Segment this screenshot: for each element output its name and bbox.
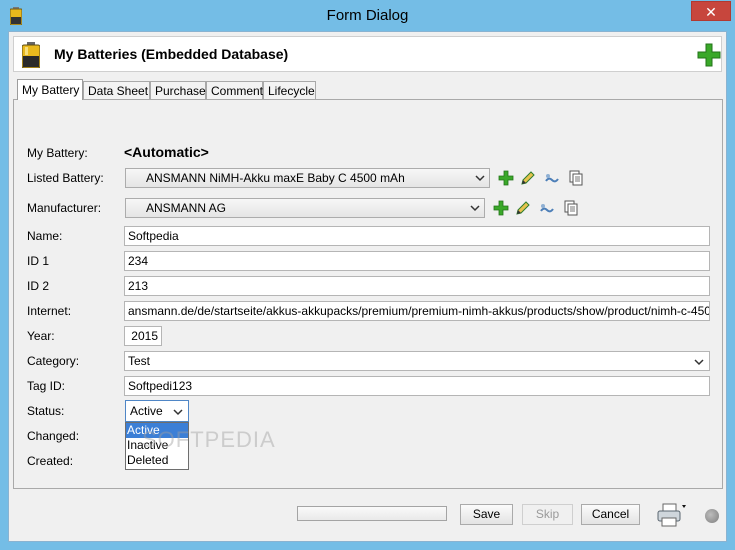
printer-icon[interactable] bbox=[656, 502, 686, 528]
my-battery-label: My Battery: bbox=[27, 146, 88, 160]
footer-bar: Save Skip Cancel bbox=[13, 494, 723, 536]
year-field[interactable]: 2015 bbox=[124, 326, 162, 346]
changed-label: Changed: bbox=[27, 429, 80, 443]
name-field[interactable]: Softpedia bbox=[124, 226, 710, 246]
status-option-active[interactable]: Active bbox=[126, 423, 188, 438]
created-label: Created: bbox=[27, 454, 74, 468]
status-select[interactable]: Active bbox=[125, 400, 189, 422]
tab-panel-my-battery: My Battery: <Automatic> Listed Battery: … bbox=[13, 99, 723, 489]
my-battery-value: <Automatic> bbox=[124, 144, 209, 160]
category-label: Category: bbox=[27, 354, 80, 368]
status-value: Active bbox=[130, 404, 163, 418]
tag-id-label: Tag ID: bbox=[27, 379, 66, 393]
header-panel: My Batteries (Embedded Database) bbox=[13, 36, 722, 72]
status-option-inactive[interactable]: Inactive bbox=[126, 438, 188, 453]
manufacturer-select[interactable]: ANSMANN AG bbox=[125, 198, 485, 218]
id1-label: ID 1 bbox=[27, 254, 50, 268]
tab-data-sheet[interactable]: Data Sheet bbox=[83, 81, 150, 99]
listed-battery-label: Listed Battery: bbox=[27, 171, 104, 185]
id2-field[interactable]: 213 bbox=[124, 276, 710, 296]
progress-bar bbox=[297, 506, 447, 521]
add-icon[interactable] bbox=[498, 170, 514, 186]
status-indicator-icon bbox=[705, 509, 719, 523]
chevron-down-icon bbox=[470, 205, 480, 212]
link-icon[interactable] bbox=[539, 200, 555, 216]
add-icon[interactable] bbox=[493, 200, 509, 216]
tab-purchase[interactable]: Purchase bbox=[150, 81, 206, 99]
id2-label: ID 2 bbox=[27, 279, 50, 293]
add-icon[interactable] bbox=[697, 43, 721, 67]
listed-battery-actions bbox=[498, 170, 588, 188]
manufacturer-actions bbox=[493, 200, 583, 218]
tab-comment[interactable]: Comment bbox=[206, 81, 263, 99]
manufacturer-label: Manufacturer: bbox=[27, 201, 102, 215]
status-option-deleted[interactable]: Deleted bbox=[126, 453, 188, 468]
chevron-down-icon bbox=[694, 359, 704, 366]
title-bar: Form Dialog ✕ bbox=[0, 0, 735, 31]
status-label: Status: bbox=[27, 404, 65, 418]
dialog-body: My Batteries (Embedded Database) My Batt… bbox=[8, 31, 727, 542]
edit-pencil-icon[interactable] bbox=[520, 170, 536, 186]
chevron-down-icon bbox=[173, 409, 183, 416]
category-select[interactable]: Test bbox=[124, 351, 710, 371]
cancel-button[interactable]: Cancel bbox=[581, 504, 640, 525]
id1-field[interactable]: 234 bbox=[124, 251, 710, 271]
manufacturer-value: ANSMANN AG bbox=[146, 201, 227, 215]
link-icon[interactable] bbox=[544, 170, 560, 186]
copy-icon[interactable] bbox=[563, 200, 579, 216]
internet-label: Internet: bbox=[27, 304, 72, 318]
form-dialog-window: Form Dialog ✕ My Batteries (Embedded Dat… bbox=[0, 0, 735, 550]
battery-icon bbox=[22, 42, 40, 68]
page-title: My Batteries (Embedded Database) bbox=[54, 46, 289, 62]
edit-pencil-icon[interactable] bbox=[515, 200, 531, 216]
listed-battery-value: ANSMANN NiMH-Akku maxE Baby C 4500 mAh bbox=[146, 171, 405, 185]
tab-lifecycle[interactable]: Lifecycle bbox=[263, 81, 316, 99]
tag-id-field[interactable]: Softpedi123 bbox=[124, 376, 710, 396]
skip-button[interactable]: Skip bbox=[522, 504, 573, 525]
chevron-down-icon bbox=[475, 175, 485, 182]
tab-my-battery[interactable]: My Battery bbox=[17, 79, 83, 100]
listed-battery-select[interactable]: ANSMANN NiMH-Akku maxE Baby C 4500 mAh bbox=[125, 168, 490, 188]
year-label: Year: bbox=[27, 329, 55, 343]
status-dropdown-list: Active Inactive Deleted bbox=[125, 422, 189, 470]
window-title: Form Dialog bbox=[326, 7, 409, 24]
close-button[interactable]: ✕ bbox=[691, 1, 731, 21]
copy-icon[interactable] bbox=[568, 170, 584, 186]
internet-field[interactable]: ansmann.de/de/startseite/akkus-akkupacks… bbox=[124, 301, 710, 321]
save-button[interactable]: Save bbox=[460, 504, 513, 525]
category-value: Test bbox=[128, 354, 151, 368]
name-label: Name: bbox=[27, 229, 63, 243]
